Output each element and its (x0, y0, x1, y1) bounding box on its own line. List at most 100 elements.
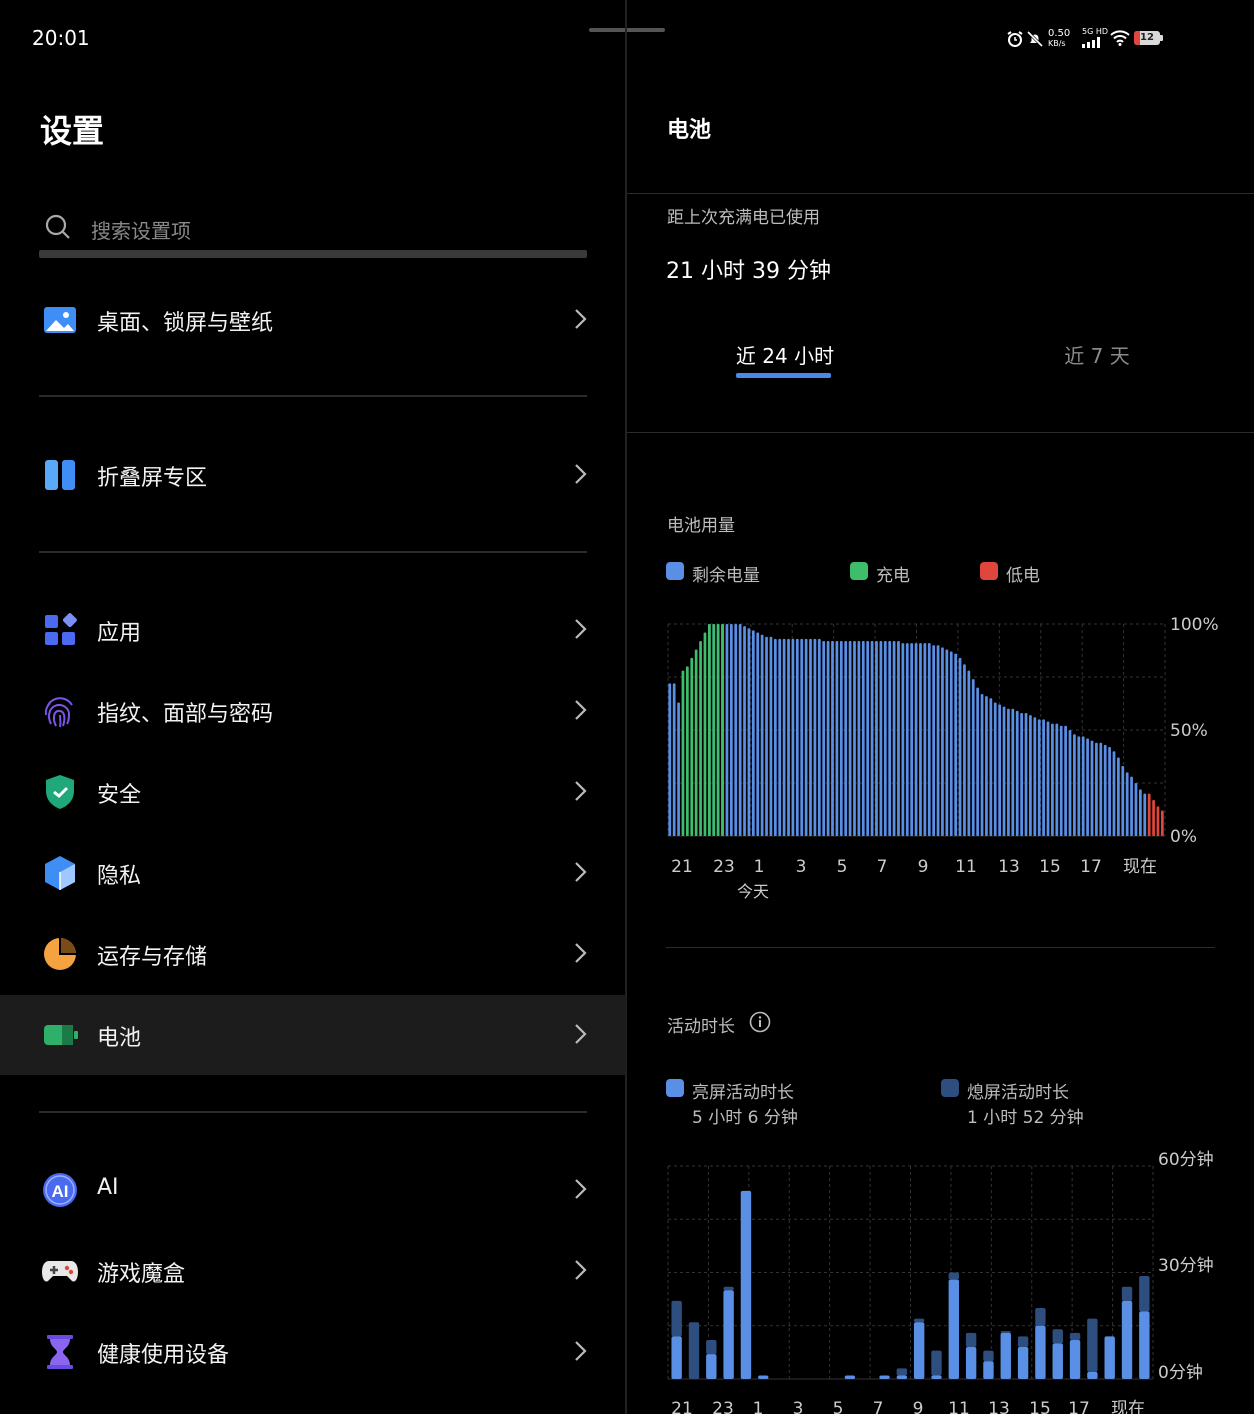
battery-bar (888, 640, 892, 836)
battery-bar (729, 624, 733, 836)
settings-item-label: 安全 (97, 783, 142, 808)
search-icon (45, 214, 70, 239)
battery-bar (971, 679, 975, 836)
search-input[interactable]: 搜索设置项 (91, 215, 191, 244)
screen-off-bar (723, 1286, 734, 1291)
page-title: 设置 (40, 112, 105, 150)
screen-off-bar (1139, 1276, 1150, 1312)
battery-bar (1134, 783, 1138, 836)
battery-bar (778, 638, 782, 836)
screen-on-bar (1017, 1347, 1029, 1379)
settings-item-label: 运存与存储 (97, 945, 208, 970)
battery-bar (694, 649, 698, 836)
settings-item-security[interactable]: 安全 (0, 752, 626, 832)
battery-bar (1117, 757, 1120, 836)
battery-bar (822, 640, 826, 836)
screen-on-bar (706, 1354, 717, 1379)
legend-swatch (850, 562, 868, 580)
info-icon[interactable] (749, 1011, 771, 1033)
settings-item-battery[interactable]: 电池 (0, 995, 626, 1075)
battery-level: 12 (1140, 32, 1154, 43)
x-tick-label: 23 (712, 1399, 734, 1414)
battery-bar (1073, 734, 1076, 836)
settings-item-wellbeing[interactable]: 健康使用设备 (0, 1312, 626, 1392)
battery-bar (769, 636, 773, 836)
battery-bar (751, 630, 755, 836)
settings-item-label: 指纹、面部与密码 (97, 702, 274, 727)
battery-bar (760, 634, 764, 836)
settings-item-foldable[interactable]: 折叠屏专区 (0, 435, 626, 515)
battery-bar (1086, 738, 1089, 836)
legend-swatch (980, 562, 998, 580)
x-tick-label: 1 (754, 857, 765, 877)
battery-bar (954, 653, 958, 836)
screen-off-bar (1121, 1286, 1133, 1301)
battery-bar (1064, 725, 1067, 836)
battery-bar (831, 640, 834, 836)
settings-item-fingerprint[interactable]: 指纹、面部与密码 (0, 671, 626, 751)
battery-bar (787, 638, 790, 836)
settings-item-privacy[interactable]: 隐私 (0, 833, 626, 913)
x-tick-label: 7 (873, 1399, 884, 1414)
battery-bar (1037, 719, 1041, 836)
settings-item-ai[interactable]: AI AI (0, 1150, 626, 1230)
foldable-icon (45, 460, 75, 490)
screen-on-bar (1000, 1332, 1011, 1379)
chevron-right-icon (575, 862, 587, 882)
settings-item-label: 电池 (97, 1026, 142, 1051)
net-type: 5G HD (1082, 27, 1109, 36)
battery-bar (1130, 776, 1133, 836)
x-tick-label: 17 (1068, 1399, 1090, 1414)
settings-item-storage[interactable]: 运存与存储 (0, 914, 626, 994)
x-tick-label: 现在 (1111, 1399, 1145, 1414)
battery-bar (1042, 719, 1045, 836)
battery-bar (949, 651, 953, 836)
tab-24h[interactable]: 近 24 小时 (700, 340, 870, 382)
x-tick-label: 11 (948, 1399, 970, 1414)
settings-item-wallpaper[interactable]: 桌面、锁屏与壁纸 (0, 280, 626, 360)
battery-bar (800, 638, 804, 836)
screen-on-bar (1121, 1300, 1133, 1379)
status-icons: 0.50 KB/s 5G HD 12 (1006, 27, 1166, 52)
battery-bar (919, 643, 922, 836)
battery-bar (1011, 708, 1015, 836)
battery-bar (791, 638, 795, 836)
chart-divider (666, 947, 1215, 948)
battery-bar (685, 666, 689, 836)
section-divider (39, 395, 587, 397)
storage-pie-icon (44, 938, 76, 970)
x-sublabel: 今天 (737, 882, 769, 901)
legend-value: 5 小时 6 分钟 (692, 1108, 798, 1128)
battery-bar (910, 643, 914, 836)
screen-off-bar (706, 1339, 717, 1355)
settings-item-label: 健康使用设备 (97, 1343, 230, 1368)
legend-label: 充电 (876, 566, 910, 586)
legend-swatch (666, 1079, 684, 1097)
battery-bar (936, 645, 940, 836)
tab-7d[interactable]: 近 7 天 (1012, 340, 1182, 382)
legend-swatch (666, 562, 684, 580)
battery-bar (875, 640, 878, 836)
chevron-right-icon (575, 309, 587, 329)
settings-item-apps[interactable]: 应用 (0, 590, 626, 670)
battery-bar (1055, 723, 1059, 836)
legend-value: 1 小时 52 分钟 (967, 1108, 1084, 1128)
status-time: 20:01 (32, 26, 90, 50)
x-tick-label: 13 (988, 1399, 1010, 1414)
drag-handle[interactable] (589, 28, 665, 32)
gamepad-icon (42, 1261, 78, 1282)
usage-title: 电池用量 (667, 516, 735, 536)
battery-bar (1095, 742, 1098, 836)
screen-off-bar (671, 1300, 682, 1337)
battery-bar (1099, 742, 1103, 836)
x-tick-label: 7 (877, 857, 888, 877)
legend-label: 亮屏活动时长 (692, 1083, 794, 1103)
header-divider (627, 193, 1254, 194)
screen-off-bar (1017, 1336, 1029, 1348)
battery-bar (1029, 715, 1032, 836)
ai-icon: AI (43, 1173, 77, 1207)
search-bar[interactable]: 搜索设置项 (39, 204, 587, 258)
settings-item-game[interactable]: 游戏魔盒 (0, 1231, 626, 1311)
battery-bar (1121, 766, 1125, 836)
battery-bar (923, 643, 927, 836)
